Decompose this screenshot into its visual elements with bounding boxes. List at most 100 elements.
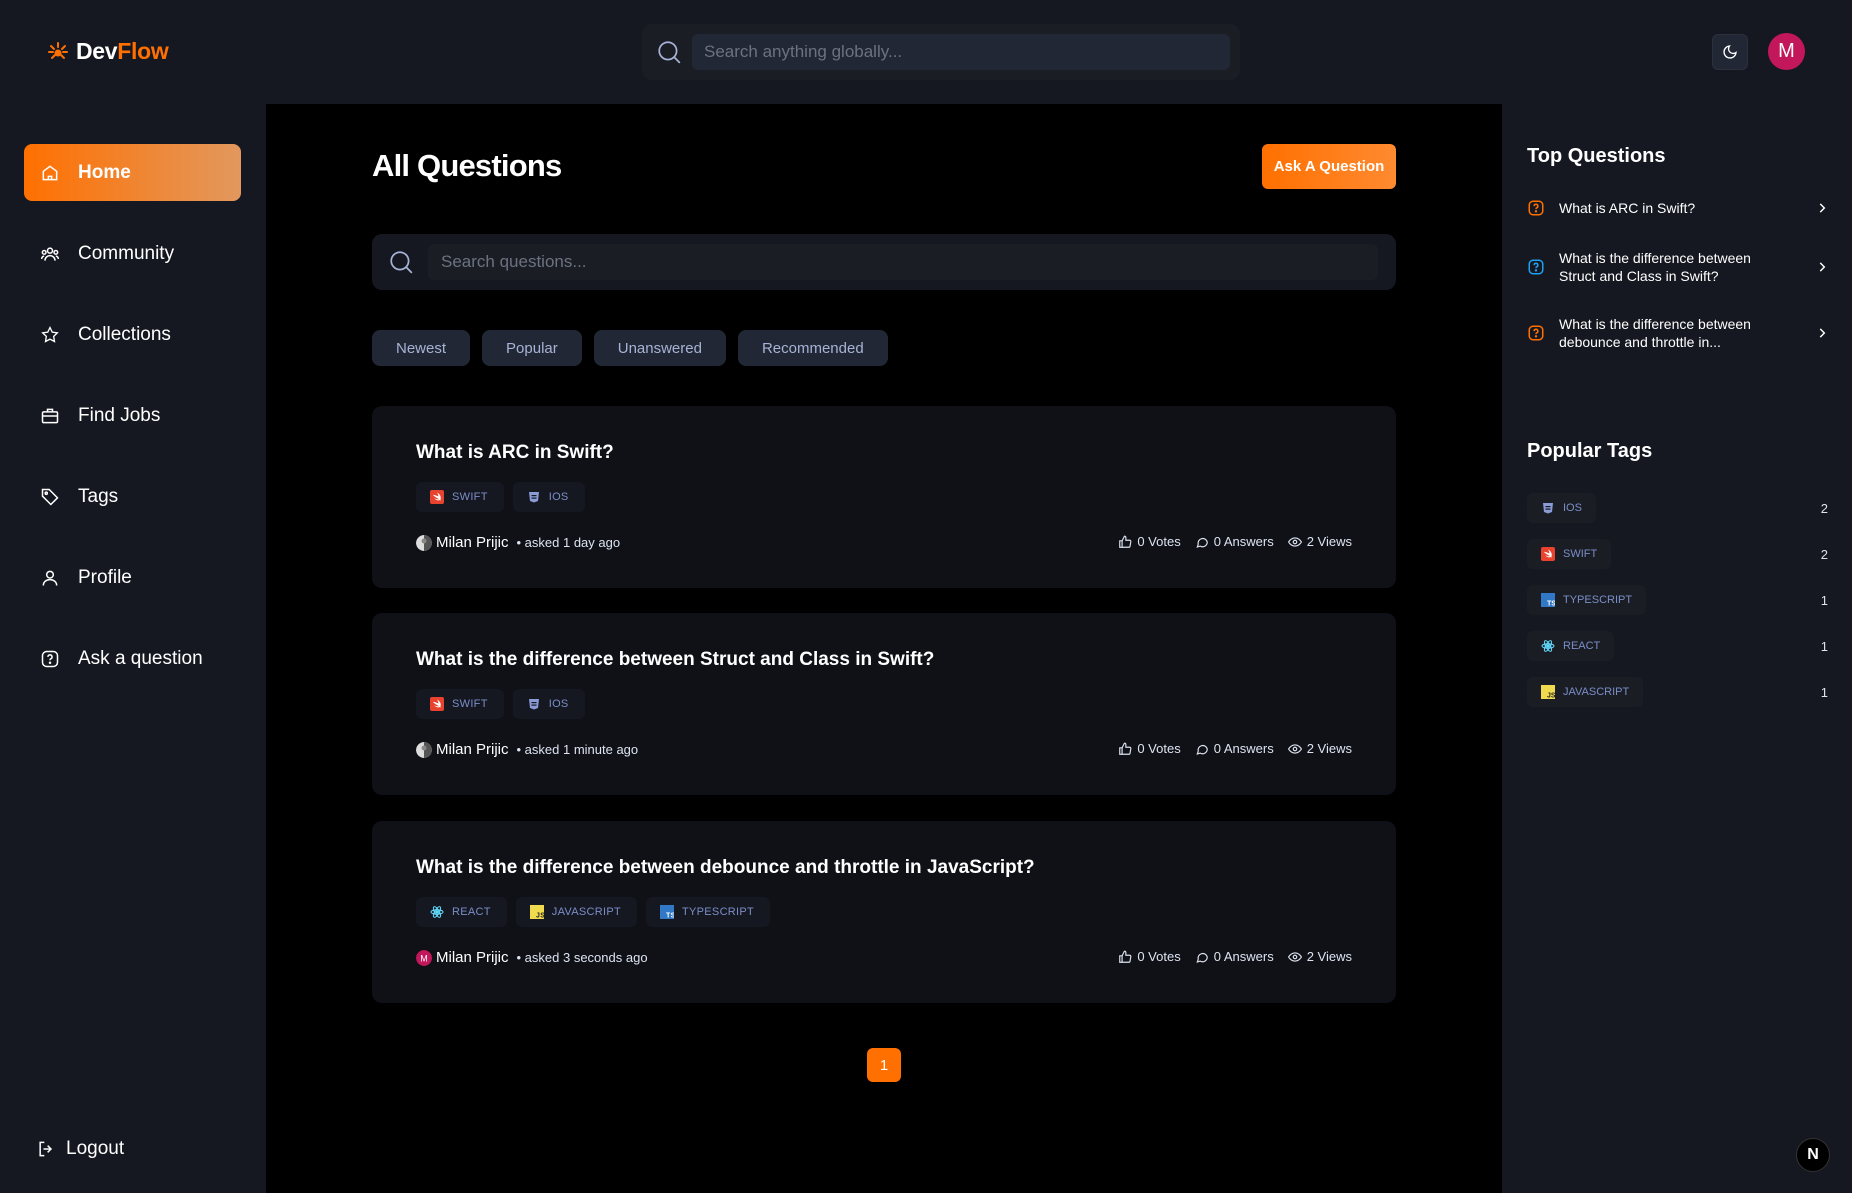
author-name[interactable]: Milan Prijic (436, 534, 509, 551)
top-question-line: Struct and Class in Swift? (1559, 268, 1719, 284)
question-title[interactable]: What is ARC in Swift? (416, 442, 614, 464)
thumbs-up-icon (1119, 535, 1132, 548)
asked-time: • asked 1 day ago (516, 535, 621, 550)
top-question-item[interactable]: What is the difference between debounce a… (1527, 315, 1827, 351)
tag-chip[interactable]: TS TYPESCRIPT (646, 897, 771, 927)
tag-label: JAVASCRIPT (551, 906, 621, 918)
question-tags: REACT JS JAVASCRIPT TS TYPESCRIPT (416, 897, 771, 927)
question-search-bar[interactable]: Search questions... (372, 234, 1396, 290)
logo-text-flow: Flow (117, 38, 169, 64)
sidebar-item-find-jobs[interactable]: Find Jobs (24, 387, 241, 444)
question-stats: 0 Votes 0 Answers 2 Views (1118, 534, 1352, 549)
question-author[interactable]: Milan Prijic • asked 1 day ago (416, 534, 620, 551)
question-stats: 0 Votes 0 Answers 2 Views (1118, 949, 1352, 964)
popular-tag-row[interactable]: SWIFT 2 (1527, 539, 1828, 569)
filter-popular[interactable]: Popular (482, 330, 582, 366)
question-card[interactable]: What is the difference between Struct an… (372, 613, 1396, 795)
answers-stat: 0 Answers (1195, 949, 1274, 964)
sidebar-item-label: Ask a question (78, 647, 203, 669)
tag-chip[interactable]: SWIFT (416, 689, 504, 719)
tag-label: TYPESCRIPT (1563, 594, 1633, 606)
tag-chip[interactable]: JS JAVASCRIPT (515, 897, 637, 927)
sidebar-item-home[interactable]: Home (24, 144, 241, 201)
tag-label: SWIFT (452, 491, 488, 503)
sidebar-item-collections[interactable]: Collections (24, 306, 241, 363)
popular-tag-row[interactable]: IOS 2 (1527, 493, 1828, 523)
question-card[interactable]: What is the difference between debounce … (372, 821, 1396, 1003)
question-stats: 0 Votes 0 Answers 2 Views (1118, 741, 1352, 756)
theme-toggle-button[interactable] (1712, 34, 1748, 70)
top-question-item[interactable]: What is the difference between Struct and… (1527, 249, 1827, 285)
filter-newest[interactable]: Newest (372, 330, 471, 366)
eye-icon (1287, 951, 1302, 962)
author-name[interactable]: Milan Prijic (436, 741, 509, 758)
popular-tag-row[interactable]: TS TYPESCRIPT 1 (1527, 585, 1828, 615)
tag-count: 1 (1820, 684, 1828, 700)
top-question-item[interactable]: What is ARC in Swift? (1527, 199, 1827, 217)
sidebar-item-community[interactable]: Community (24, 225, 241, 282)
sidebar-item-label: Community (78, 242, 175, 264)
author-name[interactable]: Milan Prijic (436, 949, 509, 966)
popular-tags-title: Popular Tags (1527, 440, 1653, 462)
logout-button[interactable]: Logout (36, 1138, 124, 1160)
users-icon (40, 246, 60, 261)
ask-question-button[interactable]: Ask A Question (1262, 144, 1396, 189)
message-icon (1196, 744, 1208, 755)
question-author[interactable]: M Milan Prijic • asked 3 seconds ago (416, 949, 648, 966)
svg-text:TS: TS (666, 913, 674, 920)
tag-chip[interactable]: REACT (416, 897, 507, 927)
question-author[interactable]: Milan Prijic • asked 1 minute ago (416, 741, 638, 758)
tag-chip[interactable]: IOS (512, 482, 585, 512)
question-title[interactable]: What is the difference between debounce … (416, 857, 1035, 879)
question-search-input[interactable]: Search questions... (428, 244, 1378, 280)
popular-tag-row[interactable]: REACT 1 (1527, 631, 1828, 661)
logo-text: DevFlow (76, 38, 169, 65)
ios-icon (1543, 503, 1553, 514)
question-title[interactable]: What is the difference between Struct an… (416, 649, 934, 671)
top-questions-title: Top Questions (1527, 145, 1666, 167)
sidebar-item-tags[interactable]: Tags (24, 468, 241, 525)
views-label: 2 Views (1306, 741, 1352, 756)
tag-chip[interactable]: REACT (1527, 631, 1615, 661)
asked-time: • asked 3 seconds ago (516, 950, 648, 965)
filter-tabs: Newest Popular Unanswered Recommended (372, 330, 888, 366)
top-question-text: What is ARC in Swift? (1559, 199, 1789, 217)
swift-icon (430, 490, 444, 504)
popular-tag-row[interactable]: JS JAVASCRIPT 1 (1527, 677, 1828, 707)
tag-chip[interactable]: IOS (512, 689, 585, 719)
tag-chip[interactable]: SWIFT (416, 482, 504, 512)
tag-chip[interactable]: JS JAVASCRIPT (1527, 677, 1644, 707)
sidebar-item-ask-question[interactable]: Ask a question (24, 630, 241, 687)
svg-text:JS: JS (536, 913, 544, 920)
sidebar-item-profile[interactable]: Profile (24, 549, 241, 606)
question-icon (1528, 200, 1544, 216)
tag-chip[interactable]: IOS (1527, 493, 1596, 523)
filter-recommended[interactable]: Recommended (737, 330, 888, 366)
svg-text:M: M (420, 953, 428, 963)
tag-label: JAVASCRIPT (1563, 686, 1630, 698)
react-icon (430, 906, 444, 918)
question-tags: SWIFT IOS (416, 482, 585, 512)
nextjs-badge-icon[interactable]: N (1796, 1138, 1830, 1172)
filter-unanswered[interactable]: Unanswered (593, 330, 726, 366)
votes-stat: 0 Votes (1118, 534, 1181, 549)
global-search-input[interactable]: Search anything globally... (692, 34, 1230, 70)
tag-count: 2 (1820, 500, 1828, 516)
question-card[interactable]: What is ARC in Swift? SWIFT IOS Milan Pr… (372, 406, 1396, 588)
views-label: 2 Views (1306, 949, 1352, 964)
question-icon (1528, 259, 1544, 275)
logout-icon (39, 1141, 53, 1157)
tag-chip[interactable]: SWIFT (1527, 539, 1612, 569)
react-icon (1541, 640, 1555, 652)
typescript-icon: TS (1541, 593, 1555, 607)
page-title: All Questions (372, 148, 562, 183)
tag-label: REACT (452, 906, 491, 918)
pagination-page-button[interactable]: 1 (867, 1048, 901, 1082)
user-avatar[interactable]: M (1768, 33, 1805, 70)
devflow-logo[interactable]: DevFlow (46, 38, 169, 65)
global-search-bar[interactable]: Search anything globally... (642, 24, 1240, 80)
views-label: 2 Views (1306, 534, 1352, 549)
svg-text:JS: JS (1547, 693, 1555, 700)
author-avatar (416, 741, 432, 758)
tag-chip[interactable]: TS TYPESCRIPT (1527, 585, 1647, 615)
